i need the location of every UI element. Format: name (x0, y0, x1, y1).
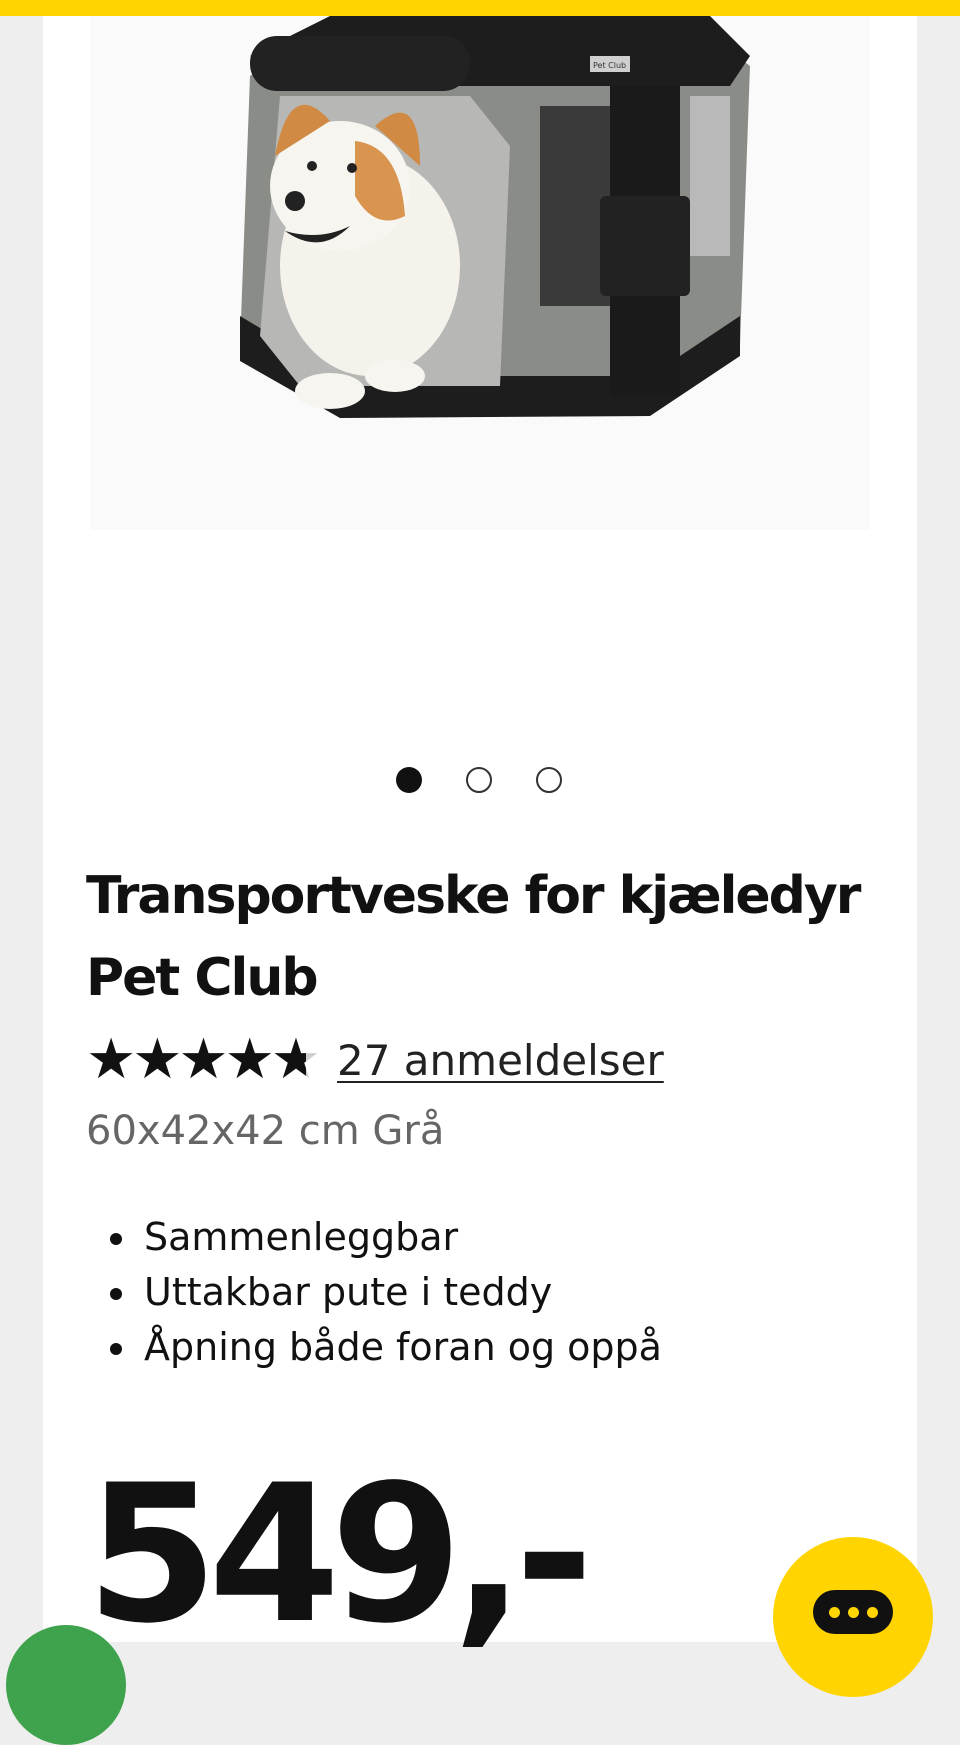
product-price: 549,- (86, 1444, 594, 1665)
feature-item: Sammenleggbar (140, 1210, 662, 1265)
feature-item: Uttakbar pute i teddy (140, 1265, 662, 1320)
green-floating-button[interactable] (6, 1625, 126, 1745)
star-rating: ★ ★ ★ ★ ★ (86, 1027, 321, 1092)
chat-bubble-icon (813, 1590, 893, 1634)
product-image: Pet Club (90, 16, 870, 530)
product-variant: 60x42x42 cm Grå (86, 1108, 445, 1154)
chat-button[interactable] (773, 1537, 933, 1697)
feature-list: Sammenleggbar Uttakbar pute i teddy Åpni… (104, 1210, 662, 1375)
star-icon: ★ (224, 1027, 275, 1092)
carousel-dot-2[interactable] (466, 767, 492, 793)
carousel-pagination (396, 767, 562, 793)
star-partial-icon: ★ (270, 1027, 322, 1092)
product-title: Transportveske for kjæledyr Pet Club (86, 866, 861, 1008)
carousel-dot-1[interactable] (396, 767, 422, 793)
feature-item: Åpning både foran og oppå (140, 1320, 662, 1375)
star-icon: ★ (178, 1027, 229, 1092)
top-accent-bar (0, 0, 960, 16)
carousel-dot-3[interactable] (536, 767, 562, 793)
rating-row: ★ ★ ★ ★ ★ 27 anmeldelser (86, 1030, 664, 1090)
star-icon: ★ (86, 1027, 137, 1092)
product-image-carousel[interactable]: Pet Club (90, 16, 870, 530)
carrier-logo: Pet Club (593, 61, 626, 70)
star-icon: ★ (132, 1027, 183, 1092)
reviews-link[interactable]: 27 anmeldelser (337, 1036, 664, 1085)
